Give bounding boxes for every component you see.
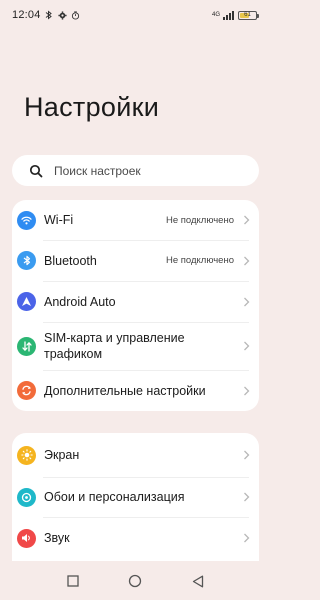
page-title: Настройки	[24, 92, 160, 122]
chevron-right-icon	[243, 341, 250, 351]
settings-item-label: Bluetooth	[44, 253, 97, 268]
settings-item-label: Обои и персонализация	[44, 490, 185, 504]
chevron-right-icon	[243, 533, 250, 543]
settings-item-label: SIM-карта и управление трафиком	[44, 331, 185, 361]
settings-item-display[interactable]: Экран	[12, 433, 259, 477]
chevron-right-icon	[243, 256, 250, 266]
settings-item-label: Звук	[44, 531, 70, 545]
settings-item-sound[interactable]: Звук	[12, 517, 259, 559]
signal-icon	[223, 10, 235, 20]
status-bar: 12:04 4G 61	[0, 0, 271, 30]
timer-status-icon	[71, 10, 80, 20]
settings-item-label: Wi-Fi	[44, 213, 74, 227]
settings-item-android-auto[interactable]: Android Auto	[12, 281, 259, 322]
chevron-right-icon	[243, 386, 250, 396]
settings-item-wallpaper[interactable]: Обои и персонализация	[12, 477, 259, 517]
sim-traffic-icon	[17, 336, 36, 356]
settings-item-more-settings[interactable]: Дополнительные настройки	[12, 370, 259, 411]
status-time: 12:04	[12, 9, 41, 21]
recents-icon[interactable]	[66, 574, 80, 588]
chevron-right-icon	[243, 450, 250, 460]
settings-item-value: Не подключено	[165, 255, 234, 266]
home-icon[interactable]	[128, 574, 142, 588]
battery-percent: 61	[244, 12, 251, 18]
settings-item-sim-traffic[interactable]: SIM-карта и управление трафиком	[12, 322, 259, 370]
settings-item-label: Android Auto	[44, 294, 116, 309]
more-settings-icon	[17, 381, 36, 400]
display-sound-group: Экран Обои и персонализация Звук	[12, 433, 259, 561]
wallpaper-icon	[17, 487, 36, 507]
android-auto-icon	[17, 292, 36, 311]
battery-indicator: 61	[238, 10, 259, 20]
network-type: 4G	[211, 11, 220, 18]
settings-item-value: Не подключено	[165, 214, 234, 226]
connectivity-group: Wi-Fi Не подключено Bluetooth Не подключ…	[12, 200, 259, 411]
wifi-icon	[17, 210, 36, 230]
display-icon	[17, 445, 36, 465]
navigation-bar	[0, 562, 271, 600]
settings-status-icon	[57, 10, 67, 20]
chevron-right-icon	[243, 215, 250, 225]
settings-item-wifi[interactable]: Wi-Fi Не подключено	[12, 200, 259, 240]
sound-icon	[17, 528, 36, 548]
settings-item-label: Экран	[44, 448, 80, 462]
settings-item-bluetooth[interactable]: Bluetooth Не подключено	[12, 240, 259, 281]
chevron-right-icon	[243, 297, 250, 307]
search-placeholder: Поиск настроек	[54, 163, 141, 178]
back-icon[interactable]	[191, 574, 205, 588]
settings-item-label: Дополнительные настройки	[44, 383, 206, 398]
chevron-right-icon	[243, 492, 250, 502]
search-icon	[29, 164, 43, 178]
bluetooth-status-icon	[45, 10, 54, 20]
bluetooth-icon	[17, 251, 36, 270]
search-input[interactable]: Поиск настроек	[12, 155, 259, 186]
